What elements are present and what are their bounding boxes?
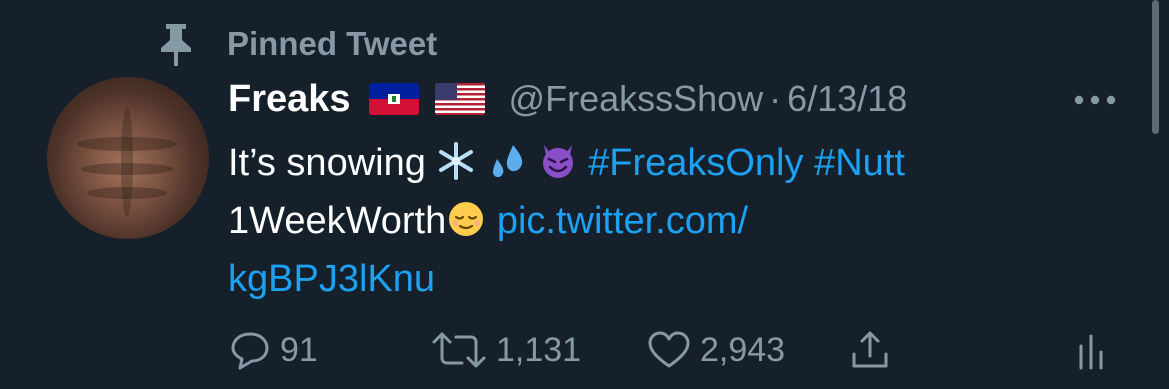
pin-icon bbox=[161, 24, 191, 66]
tweet-link-part1[interactable]: pic.twitter.com/ bbox=[497, 200, 748, 242]
tweet-header: Freaks @FreakssShow · 6/13/18 bbox=[228, 74, 907, 124]
hashtag-nutt-1weekworth-part2[interactable]: 1WeekWorth bbox=[228, 200, 446, 242]
tweet-text: It’s snowing #FreaksOnly #Nutt 1WeekWort… bbox=[228, 134, 1088, 308]
analytics-button[interactable] bbox=[1076, 326, 1116, 374]
us-flag-icon bbox=[434, 83, 485, 115]
user-handle[interactable]: @FreakssShow bbox=[509, 78, 764, 120]
tweet-actions: 91 1,131 2,943 bbox=[228, 326, 1108, 374]
haiti-flag-icon bbox=[368, 83, 419, 115]
avatar[interactable] bbox=[47, 77, 209, 239]
tweet-link-part2[interactable]: kgBPJ3lKnu bbox=[228, 258, 435, 300]
hashtag-nutt-1weekworth-part1[interactable]: #Nutt bbox=[814, 142, 905, 184]
smiling-devil-emoji bbox=[542, 145, 573, 178]
retweet-icon bbox=[432, 332, 486, 368]
share-icon bbox=[852, 331, 888, 368]
heart-icon bbox=[648, 331, 690, 368]
pinned-tweet-row: Pinned Tweet bbox=[155, 20, 437, 68]
more-options-icon[interactable] bbox=[1073, 94, 1117, 106]
share-button[interactable] bbox=[848, 326, 900, 374]
sweat-droplets-emoji bbox=[492, 145, 523, 178]
analytics-icon bbox=[1079, 334, 1103, 370]
scrollbar[interactable] bbox=[1152, 0, 1159, 134]
like-count: 2,943 bbox=[700, 330, 786, 369]
hashtag-freaksonly[interactable]: #FreaksOnly bbox=[588, 142, 803, 184]
reply-icon bbox=[231, 332, 269, 370]
like-button[interactable]: 2,943 bbox=[646, 326, 785, 374]
snowflake-emoji bbox=[439, 142, 474, 180]
relieved-face-emoji bbox=[449, 202, 484, 236]
reply-button[interactable]: 91 bbox=[228, 326, 318, 374]
tweet-text-intro: It’s snowing bbox=[228, 142, 437, 184]
retweet-count: 1,131 bbox=[496, 330, 582, 369]
tweet-date[interactable]: 6/13/18 bbox=[787, 78, 907, 120]
pinned-tweet-label: Pinned Tweet bbox=[227, 25, 438, 62]
reply-count: 91 bbox=[280, 330, 318, 369]
display-name[interactable]: Freaks bbox=[228, 78, 351, 121]
separator-dot: · bbox=[769, 78, 782, 119]
retweet-button[interactable]: 1,131 bbox=[430, 326, 581, 374]
